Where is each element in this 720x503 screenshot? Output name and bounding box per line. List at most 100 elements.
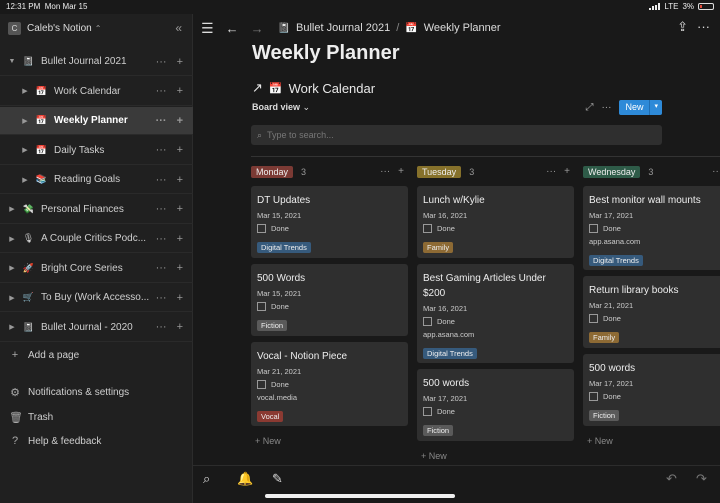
more-icon[interactable]: ···	[156, 262, 167, 274]
sidebar-item[interactable]: ▶ 💸 Personal Finances ··· +	[0, 196, 193, 224]
board-card[interactable]: 500 words Mar 17, 2021 Done Fiction	[417, 369, 574, 441]
help-feedback-button[interactable]: ? Help & feedback	[9, 435, 101, 447]
caret-right-icon[interactable]: ▶	[8, 264, 16, 272]
search-input[interactable]: ⌕ Type to search...	[251, 125, 662, 145]
sidebar-item[interactable]: ▶ 📅 Daily Tasks ··· +	[0, 137, 193, 165]
card-url[interactable]: app.asana.com	[589, 237, 720, 246]
board-card[interactable]: Best monitor wall mounts Mar 17, 2021 Done…	[583, 186, 720, 270]
sidebar-item[interactable]: ▶ 📅 Work Calendar ··· +	[0, 78, 193, 106]
card-title: Return library books	[589, 285, 679, 296]
view-selector[interactable]: Board view ⌄	[252, 102, 310, 113]
database-title[interactable]: ↗ 📅 Work Calendar	[252, 80, 375, 96]
more-icon[interactable]: ···	[156, 203, 167, 215]
more-icon[interactable]: ···	[156, 56, 167, 68]
redo-icon[interactable]: ↷	[696, 471, 707, 487]
plus-icon[interactable]: +	[177, 262, 183, 274]
done-checkbox[interactable]	[589, 392, 598, 401]
caret-right-icon[interactable]: ▶	[8, 205, 16, 213]
card-url[interactable]: app.asana.com	[423, 330, 568, 339]
column-name-tag[interactable]: Tuesday	[417, 166, 462, 178]
rocket-icon: 🚀	[22, 262, 35, 273]
done-label: Done	[437, 317, 455, 326]
breadcrumb-item-journal[interactable]: Bullet Journal 2021	[296, 22, 390, 34]
column-name-tag[interactable]: Wednesday	[583, 166, 641, 178]
workspace-switcher[interactable]: C Caleb's Notion ⌃	[0, 14, 192, 42]
plus-icon[interactable]: +	[177, 115, 183, 127]
done-checkbox[interactable]	[423, 317, 432, 326]
more-icon[interactable]: ···	[156, 144, 167, 156]
search-icon[interactable]: ⌕	[203, 471, 210, 487]
add-new-card-button[interactable]: + New	[587, 436, 613, 446]
share-icon[interactable]: ⇪	[677, 19, 688, 35]
compose-icon[interactable]: ✎	[272, 471, 283, 487]
caret-right-icon[interactable]: ▶	[8, 235, 16, 243]
caret-right-icon[interactable]: ▶	[21, 176, 29, 184]
done-checkbox[interactable]	[257, 380, 266, 389]
bell-icon[interactable]: 🔔	[237, 471, 253, 487]
board-card[interactable]: 500 Words Mar 15, 2021 Done Fiction	[251, 264, 408, 336]
plus-icon[interactable]: +	[177, 321, 183, 333]
add-page-button[interactable]: + Add a page	[9, 349, 79, 361]
more-icon[interactable]: ···	[156, 233, 167, 245]
sidebar-item[interactable]: ▶ 📓 Bullet Journal - 2020 ··· +	[0, 314, 193, 342]
add-new-card-button[interactable]: + New	[421, 451, 447, 461]
sidebar-item[interactable]: ▶ 🛒 To Buy (Work Accesso... ··· +	[0, 284, 193, 312]
plus-icon[interactable]: +	[398, 166, 404, 177]
board-card[interactable]: Return library books Mar 21, 2021 Done Fami…	[583, 276, 720, 348]
more-icon[interactable]: ···	[380, 166, 390, 177]
more-icon[interactable]: ···	[156, 85, 167, 97]
more-icon[interactable]: ···	[546, 166, 556, 177]
new-dropdown-icon[interactable]: ▾	[649, 100, 662, 115]
sidebar-item[interactable]: ▶ 📚 Reading Goals ··· +	[0, 166, 193, 194]
done-checkbox[interactable]	[423, 224, 432, 233]
trash-button[interactable]: 🗑 Trash	[9, 411, 53, 424]
more-options-icon[interactable]: ···	[697, 19, 710, 34]
caret-right-icon[interactable]: ▶	[21, 146, 29, 154]
add-new-card-button[interactable]: + New	[255, 436, 281, 446]
plus-icon[interactable]: +	[177, 85, 183, 97]
plus-icon[interactable]: +	[177, 233, 183, 245]
new-button[interactable]: New ▾	[619, 100, 662, 115]
board-card[interactable]: Lunch w/Kylie Mar 16, 2021 Done Family	[417, 186, 574, 258]
sidebar-item[interactable]: ▶ 📅 Weekly Planner ··· +	[0, 107, 193, 135]
notifications-settings-button[interactable]: ⚙ Notifications & settings	[9, 386, 129, 399]
done-checkbox[interactable]	[589, 224, 598, 233]
more-icon[interactable]: ···	[156, 174, 167, 186]
plus-icon[interactable]: +	[564, 166, 570, 177]
undo-icon[interactable]: ↶	[666, 471, 677, 487]
plus-icon[interactable]: +	[177, 56, 183, 68]
database-more-icon[interactable]: ···	[601, 102, 611, 113]
board-card[interactable]: 500 words Mar 17, 2021 Done Fiction	[583, 354, 720, 426]
sidebar-item[interactable]: ▶ 🎙 A Couple Critics Podc... ··· +	[0, 225, 193, 253]
board-card[interactable]: Vocal - Notion Piece Mar 21, 2021 Done voca…	[251, 342, 408, 426]
caret-right-icon[interactable]: ▶	[8, 294, 16, 302]
done-checkbox[interactable]	[589, 314, 598, 323]
board-card[interactable]: DT Updates Mar 15, 2021 Done Digital Trends	[251, 186, 408, 258]
caret-down-icon[interactable]: ▼	[8, 58, 16, 65]
done-checkbox[interactable]	[257, 302, 266, 311]
collapse-sidebar-icon[interactable]: «	[175, 21, 182, 35]
done-checkbox[interactable]	[423, 407, 432, 416]
forward-arrow-icon[interactable]: →	[251, 21, 264, 36]
card-url[interactable]: vocal.media	[257, 393, 402, 402]
caret-right-icon[interactable]: ▶	[21, 117, 29, 125]
more-icon[interactable]: ···	[712, 166, 720, 177]
menu-icon[interactable]: ☰	[201, 20, 214, 37]
caret-right-icon[interactable]: ▶	[8, 323, 16, 331]
breadcrumb-item-planner[interactable]: Weekly Planner	[424, 22, 501, 34]
more-icon[interactable]: ···	[156, 115, 167, 127]
caret-right-icon[interactable]: ▶	[21, 87, 29, 95]
plus-icon[interactable]: +	[177, 292, 183, 304]
sidebar-item[interactable]: ▼ 📓 Bullet Journal 2021 ··· +	[0, 48, 193, 76]
done-checkbox[interactable]	[257, 224, 266, 233]
column-name-tag[interactable]: Monday	[251, 166, 294, 178]
plus-icon[interactable]: +	[177, 144, 183, 156]
back-arrow-icon[interactable]: ←	[226, 21, 239, 36]
more-icon[interactable]: ···	[156, 292, 167, 304]
board-card[interactable]: Best Gaming Articles Under $200 Mar 16, 2…	[417, 264, 574, 363]
plus-icon[interactable]: +	[177, 174, 183, 186]
more-icon[interactable]: ···	[156, 321, 167, 333]
expand-icon[interactable]: ⤢	[585, 102, 593, 113]
plus-icon[interactable]: +	[177, 203, 183, 215]
sidebar-item[interactable]: ▶ 🚀 Bright Core Series ··· +	[0, 255, 193, 283]
